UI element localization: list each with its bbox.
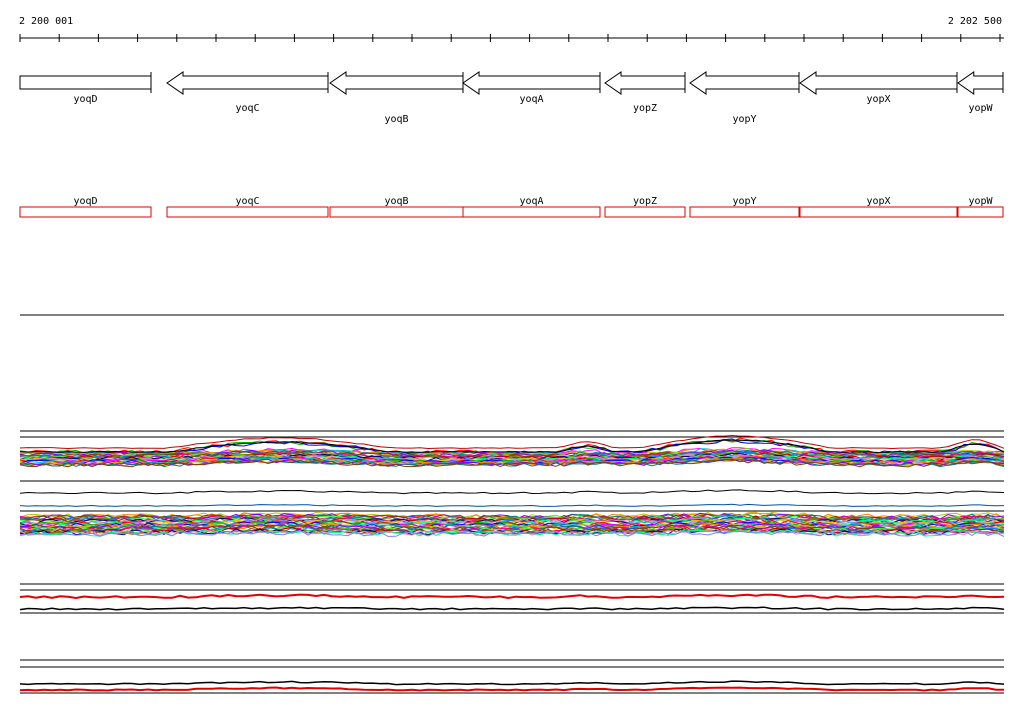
feature-yopZ[interactable]: yopZ bbox=[604, 196, 686, 218]
gene-label: yoqD bbox=[73, 94, 97, 105]
expression-track-2 bbox=[19, 480, 1005, 512]
track-series-line bbox=[19, 680, 1005, 686]
feature-yoqB[interactable]: yoqB bbox=[329, 196, 464, 218]
feature-box[interactable] bbox=[799, 206, 958, 218]
gene-arrow-shape[interactable] bbox=[166, 71, 329, 95]
track-series-line bbox=[19, 503, 1005, 507]
feature-yoqA[interactable]: yoqA bbox=[462, 196, 601, 218]
feature-box[interactable] bbox=[329, 206, 464, 218]
feature-label: yopX bbox=[866, 196, 890, 207]
feature-box[interactable] bbox=[689, 206, 800, 218]
gene-label: yopW bbox=[968, 103, 993, 114]
gene-arrow-track[interactable]: yoqD yoqC yoqB yoqA yopZ yopY yopX yopW bbox=[19, 71, 1004, 125]
track-series-line bbox=[19, 489, 1005, 495]
expression-track-1 bbox=[19, 430, 1005, 468]
expression-data-tracks bbox=[19, 430, 1005, 694]
feature-label: yoqC bbox=[235, 196, 259, 207]
genome-browser-view: 2 200 001 2 202 500 yoqD yoqC yoqB yoqA yopZ… bbox=[19, 16, 1005, 694]
gene-yoqA[interactable]: yoqA bbox=[462, 71, 601, 105]
feature-box[interactable] bbox=[957, 206, 1004, 218]
gene-yopX[interactable]: yopX bbox=[799, 71, 958, 105]
ruler-start-label: 2 200 001 bbox=[19, 16, 73, 27]
gene-yopZ[interactable]: yopZ bbox=[604, 71, 686, 114]
gene-label: yoqB bbox=[384, 114, 408, 125]
feature-yoqD[interactable]: yoqD bbox=[19, 196, 152, 218]
feature-label: yoqD bbox=[73, 196, 97, 207]
gene-label: yoqA bbox=[519, 94, 543, 105]
gene-label: yopZ bbox=[633, 103, 657, 114]
gene-arrow-shape[interactable] bbox=[19, 75, 152, 90]
feature-label: yoqB bbox=[384, 196, 408, 207]
track-series-line bbox=[19, 686, 1005, 692]
gene-label: yoqC bbox=[235, 103, 259, 114]
ruler-end-label: 2 202 500 bbox=[948, 16, 1002, 27]
gene-label: yopX bbox=[866, 94, 890, 105]
feature-box-track[interactable]: yoqD yoqC yoqB yoqA yopZ yopY yopX yopW bbox=[19, 196, 1004, 218]
gene-yopW[interactable]: yopW bbox=[957, 71, 1004, 114]
gene-label: yopY bbox=[732, 114, 756, 125]
expression-track-3 bbox=[19, 511, 1005, 537]
feature-label: yopW bbox=[968, 196, 993, 207]
feature-yoqC[interactable]: yoqC bbox=[166, 196, 329, 218]
gene-arrow-shape[interactable] bbox=[604, 71, 686, 95]
feature-yopW[interactable]: yopW bbox=[957, 196, 1004, 218]
gene-arrow-shape[interactable] bbox=[799, 71, 958, 95]
gene-yoqB[interactable]: yoqB bbox=[329, 71, 464, 125]
feature-box[interactable] bbox=[166, 206, 329, 218]
gene-arrow-shape[interactable] bbox=[462, 71, 601, 95]
gene-yoqC[interactable]: yoqC bbox=[166, 71, 329, 114]
feature-label: yoqA bbox=[519, 196, 543, 207]
gene-yoqD[interactable]: yoqD bbox=[19, 72, 152, 105]
gene-arrow-shape[interactable] bbox=[689, 71, 800, 95]
gene-arrow-shape[interactable] bbox=[957, 71, 1004, 95]
tiling-track-1 bbox=[19, 583, 1005, 614]
track-series-line bbox=[19, 606, 1005, 611]
feature-box[interactable] bbox=[604, 206, 686, 218]
coordinate-ruler: 2 200 001 2 202 500 bbox=[19, 16, 1004, 42]
feature-label: yopY bbox=[732, 196, 756, 207]
track-series-line bbox=[19, 593, 1005, 600]
feature-label: yopZ bbox=[633, 196, 657, 207]
feature-box[interactable] bbox=[19, 206, 152, 218]
feature-yopY[interactable]: yopY bbox=[689, 196, 800, 218]
gene-yopY[interactable]: yopY bbox=[689, 71, 800, 125]
feature-box[interactable] bbox=[462, 206, 601, 218]
tiling-track-2 bbox=[19, 659, 1005, 694]
feature-yopX[interactable]: yopX bbox=[799, 196, 958, 218]
gene-arrow-shape[interactable] bbox=[329, 71, 464, 95]
